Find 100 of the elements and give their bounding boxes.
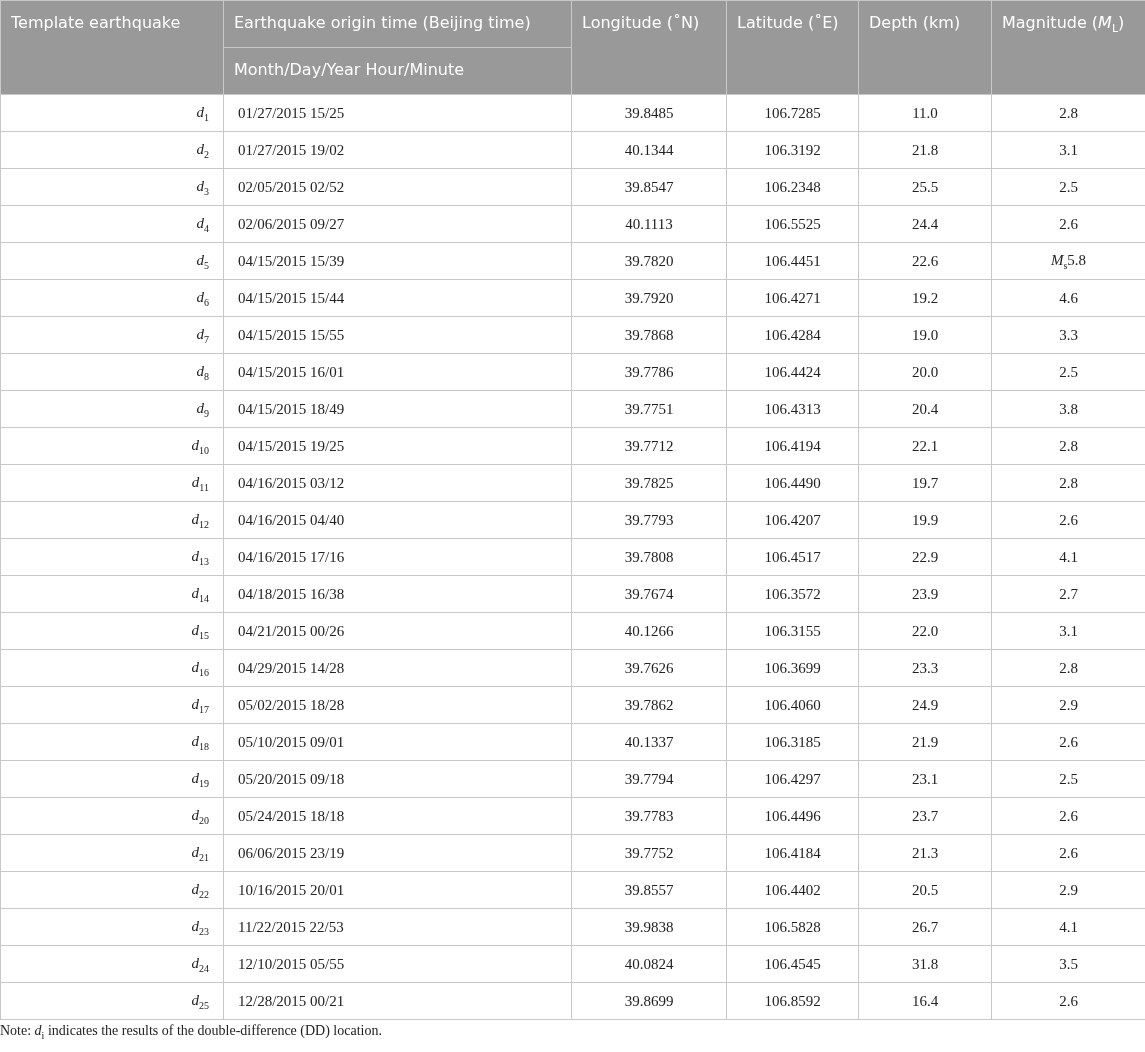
table-cell: 39.8699 (571, 982, 727, 1020)
table-cell: 39.7626 (571, 649, 727, 687)
table-cell: 39.7862 (571, 686, 727, 724)
table-cell: 39.7674 (571, 575, 727, 613)
table-cell: 39.7783 (571, 797, 727, 835)
table-cell: d$_{5}$ (0, 242, 224, 280)
table-cell: 106.3699 (726, 649, 859, 687)
column-header: Longitude (˚N) (571, 0, 727, 95)
table-cell: 106.5525 (726, 205, 859, 243)
table-cell: d$_{6}$ (0, 279, 224, 317)
table-cell: 39.7751 (571, 390, 727, 428)
table-cell: 16.4 (858, 982, 992, 1020)
table-cell: d$_{8}$ (0, 353, 224, 391)
table-cell: 24.4 (858, 205, 992, 243)
table-cell: 40.1337 (571, 723, 727, 761)
table-cell: d$_{12}$ (0, 501, 224, 539)
table-cell: d$_{3}$ (0, 168, 224, 206)
table-cell: d$_{1}$ (0, 94, 224, 132)
table-cell: d$_{15}$ (0, 612, 224, 650)
table-cell: 39.7752 (571, 834, 727, 872)
table-cell: 39.7868 (571, 316, 727, 354)
table-cell: 39.7920 (571, 279, 727, 317)
table-cell: 106.2348 (726, 168, 859, 206)
table-cell: 39.7712 (571, 427, 727, 465)
table-cell: 39.7808 (571, 538, 727, 576)
table-cell: d$_{21}$ (0, 834, 224, 872)
table-cell: d$_{2}$ (0, 131, 224, 169)
table-cell: 23.7 (858, 797, 992, 835)
table-cell: 06/06/2015 23/19 (223, 834, 572, 872)
table-cell: d$_{25}$ (0, 982, 224, 1020)
table-cell: 39.7820 (571, 242, 727, 280)
table-cell: 21.3 (858, 834, 992, 872)
table-cell: 22.6 (858, 242, 992, 280)
table-cell: 23.1 (858, 760, 992, 798)
table-cell: d$_{16}$ (0, 649, 224, 687)
table-cell: 20.4 (858, 390, 992, 428)
table-cell: 04/16/2015 04/40 (223, 501, 572, 539)
table-cell: 106.4184 (726, 834, 859, 872)
column-header: Template earthquake (0, 0, 224, 95)
table-cell: 106.4496 (726, 797, 859, 835)
table-cell: d$_{20}$ (0, 797, 224, 835)
table-cell: d$_{18}$ (0, 723, 224, 761)
column-header: Earthquake origin time (Beijing time) (223, 0, 572, 48)
table-note: Note: d$_{i}$ indicates the results of the double-difference (DD) location. (0, 1022, 383, 1043)
table-cell: 106.8592 (726, 982, 859, 1020)
column-subheader: Month/Day/Year Hour/Minute (223, 47, 572, 95)
table-cell: 04/15/2015 18/49 (223, 390, 572, 428)
table-cell: 106.3155 (726, 612, 859, 650)
table-cell: 40.0824 (571, 945, 727, 983)
table-cell: 39.7786 (571, 353, 727, 391)
table-cell: 22.0 (858, 612, 992, 650)
table-cell: d$_{11}$ (0, 464, 224, 502)
table-cell: d$_{10}$ (0, 427, 224, 465)
table-cell: 23.3 (858, 649, 992, 687)
table-cell: 106.4284 (726, 316, 859, 354)
table-cell: 02/05/2015 02/52 (223, 168, 572, 206)
table-cell: 11.0 (858, 94, 992, 132)
table-cell: 05/02/2015 18/28 (223, 686, 572, 724)
table-cell: 25.5 (858, 168, 992, 206)
table-cell: 39.7794 (571, 760, 727, 798)
table-cell: 05/10/2015 09/01 (223, 723, 572, 761)
table-cell: 21.9 (858, 723, 992, 761)
table-cell: 39.8547 (571, 168, 727, 206)
table-cell: 04/15/2015 15/39 (223, 242, 572, 280)
table-cell: 106.3185 (726, 723, 859, 761)
table-cell: 02/06/2015 09/27 (223, 205, 572, 243)
column-header: Latitude (˚E) (726, 0, 859, 95)
table-cell: 106.5828 (726, 908, 859, 946)
table-cell: 40.1113 (571, 205, 727, 243)
table-cell: 106.4545 (726, 945, 859, 983)
table-cell: d$_{13}$ (0, 538, 224, 576)
table-cell: 22.1 (858, 427, 992, 465)
table-cell: 39.7793 (571, 501, 727, 539)
table-cell: 106.3572 (726, 575, 859, 613)
table-cell: 04/29/2015 14/28 (223, 649, 572, 687)
table-cell: 04/18/2015 16/38 (223, 575, 572, 613)
table-cell: 20.5 (858, 871, 992, 909)
table-cell: 39.8485 (571, 94, 727, 132)
table-cell: 26.7 (858, 908, 992, 946)
table-cell: 11/22/2015 22/53 (223, 908, 572, 946)
table-cell: 22.9 (858, 538, 992, 576)
table-cell: 24.9 (858, 686, 992, 724)
column-header: Magnitude (M$_{L}$) (991, 0, 1145, 95)
table-cell: 20.0 (858, 353, 992, 391)
table-cell: d$_{7}$ (0, 316, 224, 354)
table-cell: 12/10/2015 05/55 (223, 945, 572, 983)
table-cell: d$_{22}$ (0, 871, 224, 909)
table-cell: 19.0 (858, 316, 992, 354)
table-cell: 19.9 (858, 501, 992, 539)
table-cell: 05/24/2015 18/18 (223, 797, 572, 835)
table-cell: d$_{14}$ (0, 575, 224, 613)
table-cell: 04/16/2015 17/16 (223, 538, 572, 576)
table-cell: 04/15/2015 15/55 (223, 316, 572, 354)
table-cell: 21.8 (858, 131, 992, 169)
table-cell: 04/16/2015 03/12 (223, 464, 572, 502)
table-cell: 19.2 (858, 279, 992, 317)
table-cell: 10/16/2015 20/01 (223, 871, 572, 909)
table-cell: 106.4207 (726, 501, 859, 539)
table-cell: 05/20/2015 09/18 (223, 760, 572, 798)
table-cell: 106.4194 (726, 427, 859, 465)
